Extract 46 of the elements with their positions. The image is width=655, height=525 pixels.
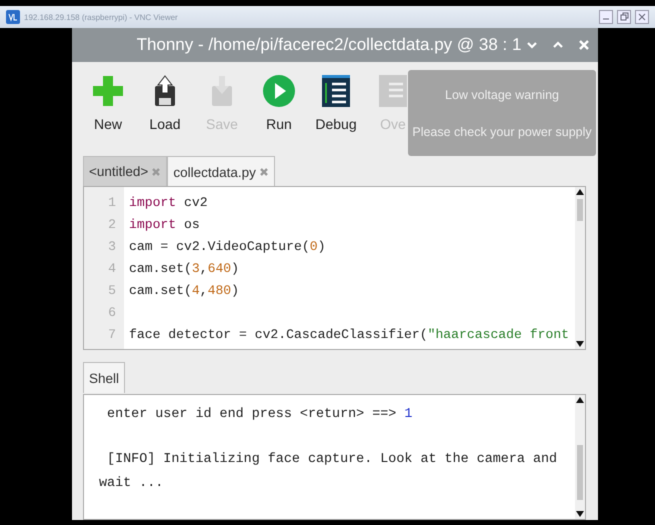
- scrollbar[interactable]: [575, 187, 585, 349]
- arrow-up-icon[interactable]: [576, 397, 584, 403]
- arrow-up-icon[interactable]: [576, 189, 584, 195]
- list-icon: [376, 74, 410, 108]
- code-line: import cv2: [129, 194, 209, 212]
- code-editor[interactable]: 1 2 3 4 5 6 7 import cv2 import os cam = cv2.VideoCapture(0) cam.set(3,640) cam.set(4,480) face detector = cv2.CascadeClassifier("haarcascade front: [83, 186, 586, 350]
- line-number: 3: [108, 238, 116, 256]
- notification-message: Please check your power supply: [412, 124, 592, 138]
- arrow-down-icon[interactable]: [576, 511, 584, 517]
- minimize-icon[interactable]: [599, 10, 613, 24]
- scrollbar-thumb[interactable]: [577, 199, 583, 221]
- code-line: face detector = cv2.CascadeClassifier("haarcascade front: [129, 326, 570, 344]
- line-number: 6: [108, 304, 116, 322]
- scrollbar[interactable]: [575, 395, 585, 519]
- shell-panel[interactable]: enter user id end press <return> ==> 1 [INFO] Initializing face capture. Look at the camera and wait ...: [83, 394, 586, 520]
- viewer-title: 192.168.29.158 (raspberrypi) - VNC Viewer: [24, 12, 179, 22]
- code-line: cam.set(4,480): [129, 282, 240, 300]
- chevron-down-icon[interactable]: [526, 39, 538, 51]
- shell-tab[interactable]: Shell: [83, 362, 126, 393]
- code-line: cam = cv2.VideoCapture(0): [129, 238, 326, 256]
- shell-line: enter user id end press <return> ==> 1: [106, 406, 414, 424]
- close-icon[interactable]: [635, 10, 649, 24]
- line-number: 5: [108, 282, 116, 300]
- run-button[interactable]: Run: [254, 74, 304, 150]
- plus-icon: [91, 74, 125, 108]
- editor-tab[interactable]: collectdata.py: [167, 156, 275, 187]
- load-button[interactable]: Load: [140, 74, 190, 150]
- code-line: import os: [129, 216, 201, 234]
- code-line: cam.set(3,640): [129, 260, 240, 278]
- line-number: 7: [108, 326, 116, 344]
- app-icon: [6, 10, 20, 24]
- notification-title: Low voltage warning: [445, 88, 559, 102]
- scrollbar-thumb[interactable]: [577, 445, 583, 500]
- play-icon: [262, 74, 296, 108]
- line-number: 2: [108, 216, 116, 234]
- line-number: 4: [108, 260, 116, 278]
- list-icon: [319, 74, 353, 108]
- line-number: 1: [108, 194, 116, 212]
- new-button[interactable]: New: [83, 74, 133, 150]
- shell-line: [INFO] Initializing face capture. Look at the camera and wait ...: [99, 451, 558, 493]
- window-title: Thonny - /home/pi/facerec2/collectdata.py @ 38 : 1: [136, 35, 522, 55]
- close-icon[interactable]: [258, 167, 269, 177]
- restore-icon[interactable]: [617, 10, 631, 24]
- debug-button[interactable]: Debug: [311, 74, 361, 150]
- editor-tab[interactable]: <untitled>: [83, 156, 168, 186]
- arrow-down-icon[interactable]: [576, 341, 584, 347]
